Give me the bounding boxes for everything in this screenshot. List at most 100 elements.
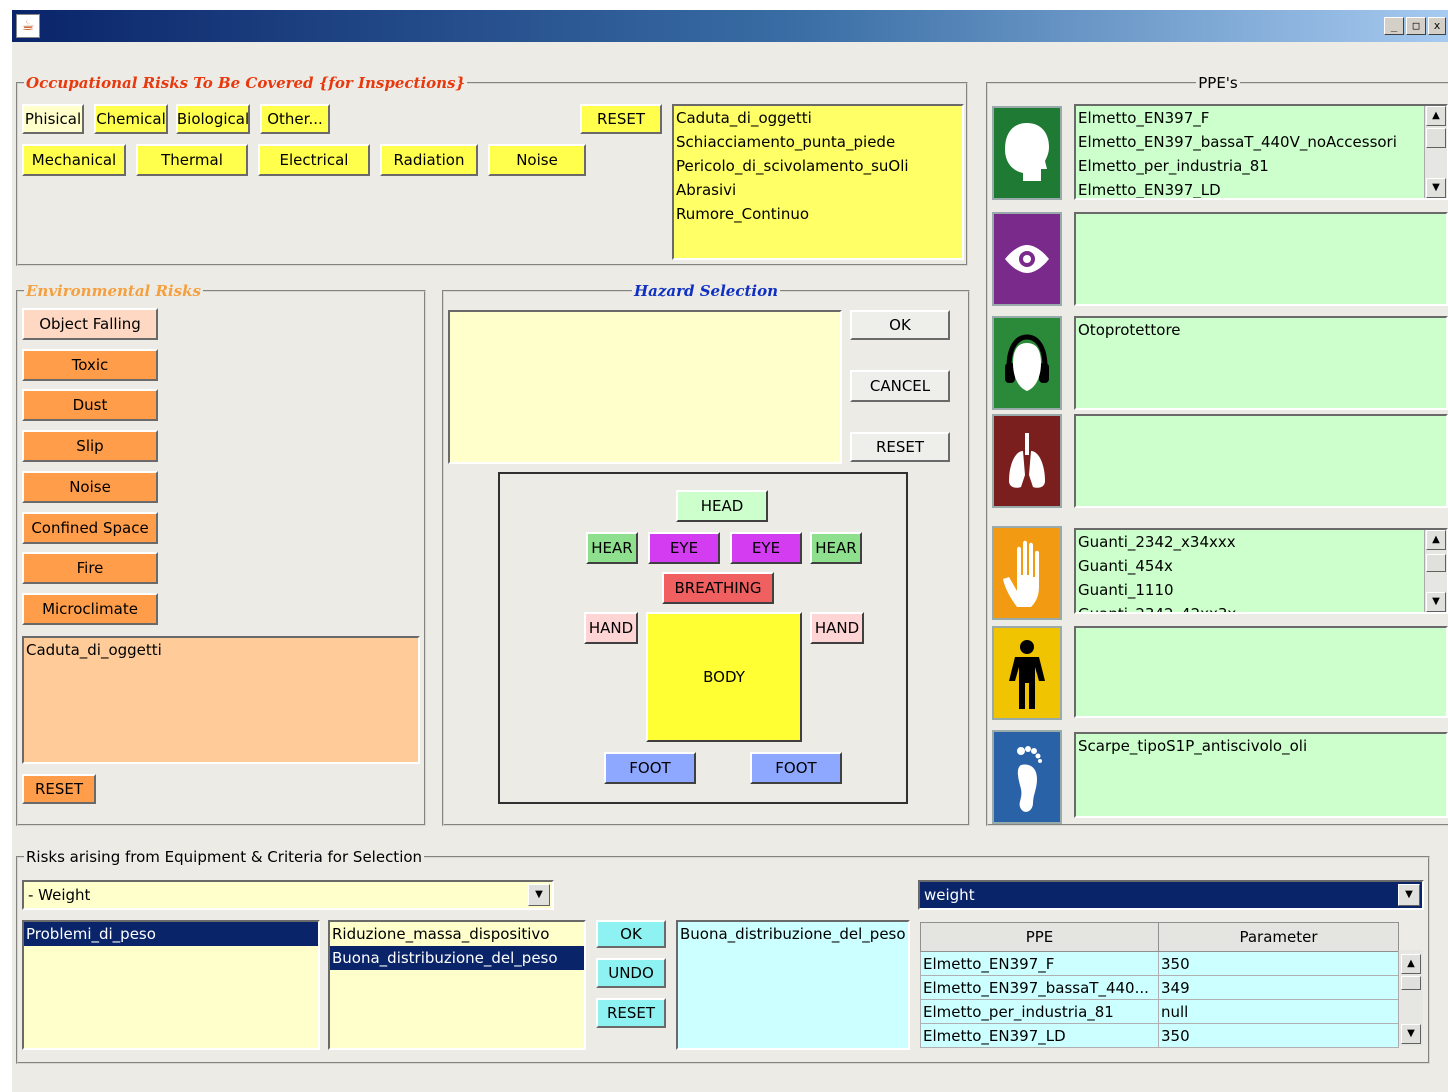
scroll-down-icon[interactable]: ▼ xyxy=(1401,1024,1421,1044)
list-item[interactable]: Schiacciamento_punta_piede xyxy=(674,130,962,154)
ppe-hand-scrollbar[interactable]: ▲ ▼ xyxy=(1424,530,1447,612)
criteria-list[interactable]: Riduzione_massa_dispositivo Buona_distri… xyxy=(328,920,586,1050)
chosen-criteria-list[interactable]: Buona_distribuzione_del_peso xyxy=(676,920,910,1050)
table-row[interactable]: Elmetto_EN397_LD 350 xyxy=(920,1023,1399,1048)
body-torso-button[interactable]: BODY xyxy=(646,612,802,742)
list-item[interactable]: Guanti_1110 xyxy=(1076,578,1446,602)
ppe-body-list[interactable] xyxy=(1074,626,1448,718)
list-item[interactable]: Scarpe_tipoS1P_antiscivolo_oli xyxy=(1076,734,1446,758)
environmental-risk-button[interactable]: Dust xyxy=(22,389,158,422)
table-cell[interactable]: Elmetto_EN397_LD xyxy=(920,1023,1159,1048)
chevron-down-icon[interactable]: ▼ xyxy=(528,884,550,906)
ppe-head-list[interactable]: Elmetto_EN397_F Elmetto_EN397_bassaT_440… xyxy=(1074,104,1448,200)
table-cell[interactable]: 350 xyxy=(1158,951,1399,976)
ppe-table-scrollbar[interactable]: ▲ ▼ xyxy=(1398,950,1423,1046)
table-row[interactable]: Elmetto_EN397_bassaT_440... 349 xyxy=(920,975,1399,1000)
occupational-category-button[interactable]: Noise xyxy=(488,144,586,176)
environmental-risk-button[interactable]: Noise xyxy=(22,470,158,503)
table-cell[interactable]: Elmetto_per_industria_81 xyxy=(920,999,1159,1024)
list-item[interactable]: Guanti_454x xyxy=(1076,554,1446,578)
list-item[interactable]: Abrasivi xyxy=(674,178,962,202)
occupational-category-button[interactable]: Other... xyxy=(260,104,330,134)
chevron-down-icon[interactable]: ▼ xyxy=(1398,884,1420,906)
ppe-foot-list[interactable]: Scarpe_tipoS1P_antiscivolo_oli xyxy=(1074,732,1448,818)
hazard-reset-button[interactable]: RESET xyxy=(850,432,950,462)
occupational-category-button[interactable]: Chemical xyxy=(94,104,168,134)
environmental-risk-button[interactable]: Microclimate xyxy=(22,592,158,625)
body-head-button[interactable]: HEAD xyxy=(676,490,768,522)
eye-protection-icon[interactable] xyxy=(992,212,1062,306)
problems-list[interactable]: Problemi_di_peso xyxy=(22,920,320,1050)
scroll-up-icon[interactable]: ▲ xyxy=(1426,106,1446,126)
table-cell[interactable]: null xyxy=(1158,999,1399,1024)
environmental-risk-list[interactable]: Caduta_di_oggetti xyxy=(22,636,420,764)
list-item[interactable]: Guanti_2342_42xx3x xyxy=(1076,602,1446,612)
occupational-category-button[interactable]: Phisical xyxy=(22,104,84,134)
occupational-reset-button[interactable]: RESET xyxy=(580,104,662,134)
table-cell[interactable]: Elmetto_EN397_F xyxy=(920,951,1159,976)
ppe-eye-list[interactable] xyxy=(1074,212,1448,306)
body-hand-right-button[interactable]: HAND xyxy=(810,612,864,644)
list-item[interactable]: Elmetto_EN397_bassaT_440V_noAccessori xyxy=(1076,130,1446,154)
list-item[interactable]: Otoprotettore xyxy=(1076,318,1446,342)
hazard-ok-button[interactable]: OK xyxy=(850,310,950,340)
occupational-category-button[interactable]: Thermal xyxy=(136,144,248,176)
body-breathing-button[interactable]: BREATHING xyxy=(662,572,774,604)
occupational-category-button[interactable]: Electrical xyxy=(258,144,370,176)
hand-protection-icon[interactable] xyxy=(992,526,1062,620)
body-foot-right-button[interactable]: FOOT xyxy=(750,752,842,784)
hazard-selection-list[interactable] xyxy=(448,310,842,464)
environmental-risk-button[interactable]: Object Falling xyxy=(22,308,158,340)
body-eye-right-button[interactable]: EYE xyxy=(730,532,802,564)
scroll-down-icon[interactable]: ▼ xyxy=(1426,178,1446,198)
list-item[interactable]: Buona_distribuzione_del_peso xyxy=(678,922,908,946)
list-item[interactable]: Elmetto_EN397_F xyxy=(1076,106,1446,130)
body-hand-left-button[interactable]: HAND xyxy=(584,612,638,644)
equipment-undo-button[interactable]: UNDO xyxy=(596,958,666,988)
ppe-head-scrollbar[interactable]: ▲ ▼ xyxy=(1424,106,1447,198)
list-item[interactable]: Elmetto_per_industria_81 xyxy=(1076,154,1446,178)
scroll-down-icon[interactable]: ▼ xyxy=(1426,592,1446,612)
criteria-combo[interactable]: weight ▼ xyxy=(918,880,1424,910)
environmental-risk-button[interactable]: Toxic xyxy=(22,348,158,381)
list-item[interactable]: Riduzione_massa_dispositivo xyxy=(330,922,584,946)
table-cell[interactable]: 350 xyxy=(1158,1023,1399,1048)
occupational-category-button[interactable]: Biological xyxy=(176,104,250,134)
list-item[interactable]: Caduta_di_oggetti xyxy=(24,638,418,662)
table-cell[interactable]: Elmetto_EN397_bassaT_440... xyxy=(920,975,1159,1000)
close-button[interactable]: x xyxy=(1428,17,1446,35)
list-item[interactable]: Pericolo_di_scivolamento_suOli xyxy=(674,154,962,178)
occupational-category-button[interactable]: Radiation xyxy=(380,144,478,176)
respiratory-protection-icon[interactable] xyxy=(992,414,1062,508)
table-row[interactable]: Elmetto_per_industria_81 null xyxy=(920,999,1399,1024)
body-hear-left-button[interactable]: HEAR xyxy=(586,532,638,564)
head-protection-icon[interactable] xyxy=(992,106,1062,200)
environmental-reset-button[interactable]: RESET xyxy=(22,774,96,804)
scroll-thumb[interactable] xyxy=(1426,554,1446,572)
environmental-risk-button[interactable]: Slip xyxy=(22,430,158,463)
title-bar[interactable] xyxy=(12,10,1448,42)
hazard-cancel-button[interactable]: CANCEL xyxy=(850,370,950,402)
list-item[interactable]: Elmetto_EN397_LD xyxy=(1076,178,1446,198)
minimize-button[interactable]: _ xyxy=(1384,17,1404,35)
scroll-thumb[interactable] xyxy=(1426,128,1446,148)
table-cell[interactable]: 349 xyxy=(1158,975,1399,1000)
list-item[interactable]: Problemi_di_peso xyxy=(24,922,318,946)
ppe-breathing-list[interactable] xyxy=(1074,414,1448,508)
environmental-risk-button[interactable]: Fire xyxy=(22,552,158,585)
column-header-parameter[interactable]: Parameter xyxy=(1158,922,1399,952)
scroll-up-icon[interactable]: ▲ xyxy=(1401,954,1421,974)
scroll-thumb[interactable] xyxy=(1401,976,1421,990)
equipment-risk-combo[interactable]: - Weight ▼ xyxy=(22,880,554,910)
list-item[interactable]: Guanti_2342_x34xxx xyxy=(1076,530,1446,554)
body-eye-left-button[interactable]: EYE xyxy=(648,532,720,564)
equipment-reset-button[interactable]: RESET xyxy=(596,998,666,1028)
occupational-category-button[interactable]: Mechanical xyxy=(22,144,126,176)
body-protection-icon[interactable] xyxy=(992,626,1062,720)
body-foot-left-button[interactable]: FOOT xyxy=(604,752,696,784)
list-item[interactable]: Rumore_Continuo xyxy=(674,202,962,226)
ppe-hand-list[interactable]: Guanti_2342_x34xxx Guanti_454x Guanti_11… xyxy=(1074,528,1448,614)
maximize-button[interactable]: □ xyxy=(1406,17,1426,35)
scroll-up-icon[interactable]: ▲ xyxy=(1426,530,1446,550)
java-app-icon[interactable]: ☕ xyxy=(16,14,40,38)
